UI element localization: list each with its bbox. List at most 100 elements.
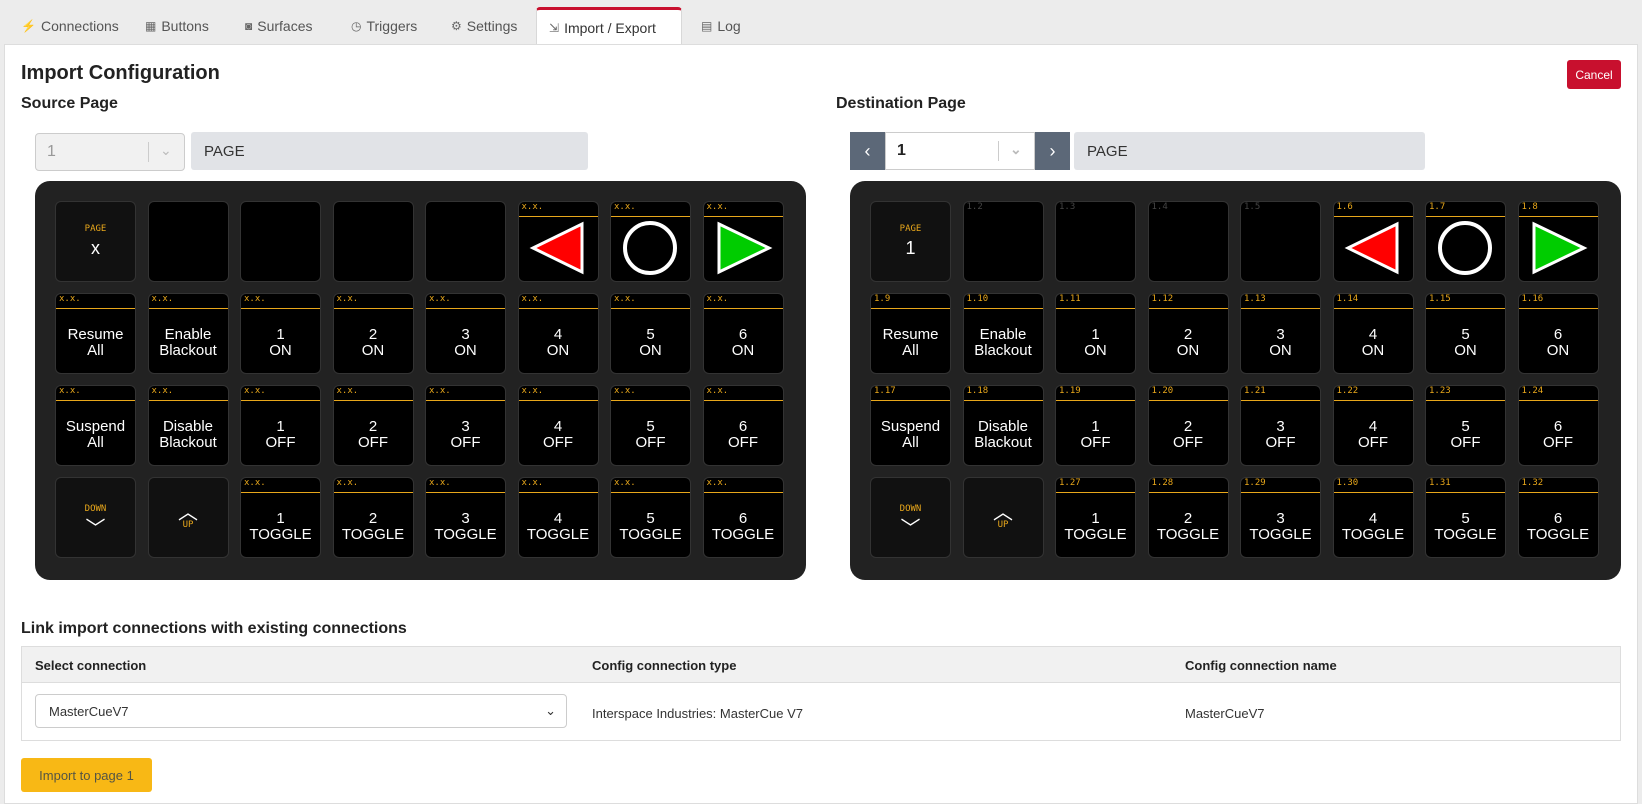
button-header-line [611,400,690,401]
button-header-line [1056,492,1135,493]
grid-button[interactable]: 1.18 Disable Blackout [962,385,1044,466]
grid-button[interactable]: 1.24 6 OFF [1517,385,1599,466]
grid-button[interactable]: x.x. 1 OFF [240,385,321,466]
grid-button[interactable]: x.x. 5 ON [610,293,691,374]
grid-button[interactable]: 1.9 Resume All [870,293,951,374]
grid-button[interactable]: 1.15 5 ON [1425,293,1506,374]
page-down-button[interactable]: DOWN ﹀ [870,477,951,558]
grid-button[interactable]: x.x. 3 ON [425,293,506,374]
grid-button[interactable]: x.x. Resume All [55,293,136,374]
grid-button[interactable]: x.x. 6 ON [702,293,784,374]
button-label: 6 OFF [728,417,758,451]
import-button[interactable]: Import to page 1 [21,758,152,792]
grid-button[interactable]: x.x. 5 TOGGLE [610,477,691,558]
grid-button[interactable]: x.x. [702,201,784,282]
grid-button[interactable]: x.x. [517,201,599,282]
button-header: x.x. [614,478,636,488]
grid-button[interactable]: 1.8 [1517,201,1599,282]
grid-button[interactable]: x.x. 2 ON [332,293,414,374]
button-header: x.x. [521,294,544,304]
cancel-button[interactable]: Cancel [1567,60,1621,89]
grid-button[interactable]: x.x. 1 TOGGLE [240,477,321,558]
button-label: 6 ON [731,325,755,359]
grid-button[interactable] [425,201,506,282]
tab-connections[interactable]: ⚡ Connections [9,7,126,44]
next-page-button[interactable]: › [1035,132,1070,170]
tab-triggers[interactable]: ◷ Triggers [339,7,439,44]
grid-button[interactable]: 1.7 [1425,201,1506,282]
grid-button[interactable]: 1.27 1 TOGGLE [1055,477,1136,558]
tab-surfaces[interactable]: ◙ Surfaces [233,7,333,44]
grid-button[interactable]: 1.29 3 TOGGLE [1240,477,1321,558]
grid-button[interactable] [240,201,321,282]
grid-button[interactable]: x.x. 2 TOGGLE [332,477,414,558]
connection-select[interactable]: MasterCueV7 ⌄ [35,694,567,728]
grid-button[interactable]: 1.19 1 OFF [1055,385,1136,466]
grid-button[interactable]: x.x. 4 ON [517,293,599,374]
page-label: PAGE [84,224,107,234]
grid-button[interactable]: 1.20 2 OFF [1147,385,1229,466]
grid-button[interactable]: x.x. Disable Blackout [147,385,229,466]
page-indicator-button[interactable]: PAGE 1 [870,201,951,282]
page-indicator-button[interactable]: PAGE x [55,201,136,282]
tab-settings[interactable]: ⚙ Settings [439,7,539,44]
grid-button[interactable]: 1.12 2 ON [1147,293,1229,374]
source-page-select[interactable]: 1 ⌄ [35,133,185,171]
grid-button[interactable]: 1.4 [1147,201,1229,282]
grid-button[interactable]: 1.14 4 ON [1332,293,1414,374]
button-label: 5 TOGGLE [619,509,682,543]
tab-import-export[interactable]: ⇲ Import / Export [536,7,682,45]
button-header: 1.7 [1429,202,1446,212]
tab-buttons[interactable]: ▦ Buttons [133,7,233,44]
grid-button[interactable]: x.x. 6 OFF [702,385,784,466]
grid-button[interactable]: 1.31 5 TOGGLE [1425,477,1506,558]
tab-label: Connections [40,17,119,34]
grid-button[interactable]: 1.21 3 OFF [1240,385,1321,466]
destination-page-select[interactable]: 1 ⌄ [885,132,1035,170]
button-header: 1.14 [1336,294,1359,304]
grid-button[interactable]: 1.6 [1332,201,1414,282]
grid-button[interactable]: x.x. 6 TOGGLE [702,477,784,558]
grid-button[interactable]: 1.23 5 OFF [1425,385,1506,466]
column-header: Select connection [35,658,147,673]
grid-button[interactable]: x.x. Enable Blackout [147,293,229,374]
grid-button[interactable]: 1.28 2 TOGGLE [1147,477,1229,558]
page-down-button[interactable]: DOWN ﹀ [55,477,136,558]
grid-button[interactable]: 1.16 6 ON [1517,293,1599,374]
button-label: 2 TOGGLE [1156,509,1220,543]
button-header: x.x. [706,478,729,488]
prev-page-button[interactable]: ‹ [850,132,885,170]
grid-button[interactable] [147,201,229,282]
grid-button[interactable]: x.x. 3 OFF [425,385,506,466]
destination-page-value: 1 [897,142,906,159]
button-header-line [871,308,950,309]
grid-button[interactable]: x.x. [610,201,691,282]
page-up-button[interactable]: ︿ UP [147,477,229,558]
grid-button[interactable]: x.x. 5 OFF [610,385,691,466]
grid-button[interactable]: 1.10 Enable Blackout [962,293,1044,374]
grid-button[interactable]: 1.22 4 OFF [1332,385,1414,466]
grid-button[interactable]: 1.13 3 ON [1240,293,1321,374]
grid-button[interactable]: 1.30 4 TOGGLE [1332,477,1414,558]
grid-button[interactable] [332,201,414,282]
grid-button[interactable]: x.x. 1 ON [240,293,321,374]
grid-button[interactable]: x.x. Suspend All [55,385,136,466]
grid-button[interactable]: 1.32 6 TOGGLE [1517,477,1599,558]
grid-button[interactable]: 1.17 Suspend All [870,385,951,466]
button-header: 1.24 [1521,386,1544,396]
grid-button[interactable]: 1.11 1 ON [1055,293,1136,374]
grid-button[interactable]: x.x. 4 TOGGLE [517,477,599,558]
page-up-button[interactable]: ︿ UP [962,477,1044,558]
button-header-line [871,400,950,401]
grid-button[interactable]: 1.3 [1055,201,1136,282]
grid-button[interactable]: x.x. 3 TOGGLE [425,477,506,558]
grid-button[interactable]: 1.5 [1240,201,1321,282]
button-header: 1.29 [1244,478,1266,488]
grid-button[interactable]: x.x. 4 OFF [517,385,599,466]
grid-button[interactable]: x.x. 2 OFF [332,385,414,466]
grid-button[interactable]: 1.2 [962,201,1044,282]
tab-log[interactable]: ▤ Log [689,7,759,44]
button-label: 4 ON [546,325,570,359]
button-label: 6 TOGGLE [711,509,775,543]
button-label: Enable Blackout [159,325,217,359]
